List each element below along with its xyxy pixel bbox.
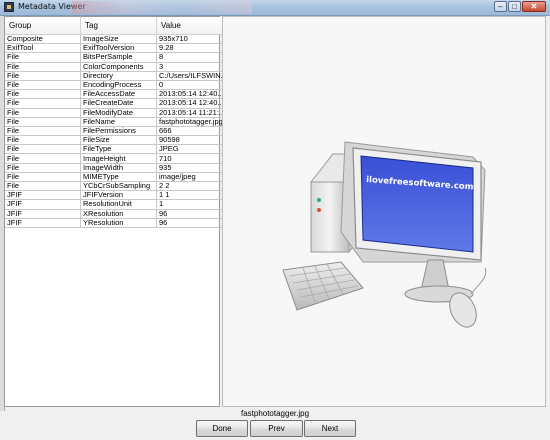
prev-button[interactable]: Prev (250, 420, 303, 437)
table-row[interactable]: File FileName fastphototagger.jpg (5, 117, 234, 127)
computer-illustration: ilovefreesoftware.com (282, 141, 487, 328)
table-header-row: Group Tag Value (5, 17, 234, 35)
maximize-button[interactable]: □ (508, 1, 521, 12)
cell-tag: ImageSize (80, 34, 157, 45)
table-row[interactable]: JFIF JFIFVersion 1 1 (5, 190, 234, 201)
cell-tag: ImageWidth (80, 163, 157, 173)
metadata-panel: Group Tag Value Composite ImageSize 935x71… (4, 16, 234, 407)
minimize-button[interactable]: – (494, 1, 507, 12)
cell-group: File (5, 71, 81, 81)
cell-tag: ImageHeight (80, 153, 157, 164)
table-row[interactable]: File ImageHeight 710 (5, 153, 234, 164)
table-body: Composite ImageSize 935x710 ExifTool ExifToo… (5, 34, 234, 228)
cell-tag: YResolution (80, 218, 157, 228)
cell-tag: FileSize (80, 135, 157, 146)
cell-group: File (5, 52, 81, 63)
table-row[interactable]: JFIF YResolution 96 (5, 218, 234, 228)
column-header-tag[interactable]: Tag (80, 17, 157, 35)
cell-group: File (5, 62, 81, 72)
cell-tag: XResolution (80, 209, 157, 219)
close-button[interactable]: ✕ (522, 1, 546, 12)
cell-tag: JFIFVersion (80, 190, 157, 201)
monitor-stand (420, 259, 450, 291)
background-thumbnails (72, 1, 252, 14)
app-icon (4, 2, 14, 12)
cell-tag: FileModifyDate (80, 108, 157, 118)
cell-group: JFIF (5, 190, 81, 201)
tower-led-green (317, 198, 321, 202)
cell-tag: FilePermissions (80, 126, 157, 137)
monitor-screen (360, 155, 474, 253)
column-header-group[interactable]: Group (5, 17, 81, 35)
cell-group: File (5, 135, 81, 146)
cell-tag: FileType (80, 144, 157, 155)
cell-group: File (5, 163, 81, 173)
cell-group: ExifTool (5, 43, 81, 54)
tower-led-red (317, 208, 321, 212)
cell-tag: FileAccessDate (80, 89, 157, 100)
table-row[interactable]: File EncodingProcess 0 (5, 80, 234, 91)
next-button[interactable]: Next (304, 420, 356, 437)
table-row[interactable]: JFIF XResolution 96 (5, 209, 234, 219)
table-row[interactable]: File Directory C:/Users/ILFSWIN... (5, 71, 234, 81)
table-row[interactable]: Composite ImageSize 935x710 (5, 34, 234, 45)
cell-tag: BitsPerSample (80, 52, 157, 63)
table-row[interactable]: JFIF ResolutionUnit 1 (5, 199, 234, 210)
cell-group: File (5, 108, 81, 118)
cell-tag: FileName (80, 117, 157, 127)
table-row[interactable]: ExifTool ExifToolVersion 9.28 (5, 43, 234, 54)
table-row[interactable]: File BitsPerSample 8 (5, 52, 234, 63)
cell-tag: ExifToolVersion (80, 43, 157, 54)
done-button[interactable]: Done (196, 420, 248, 437)
cell-group: Composite (5, 34, 81, 45)
cell-group: File (5, 89, 81, 100)
table-row[interactable]: File FilePermissions 666 (5, 126, 234, 137)
table-row[interactable]: File ColorComponents 3 (5, 62, 234, 72)
table-row[interactable]: File YCbCrSubSampling 2 2 (5, 181, 234, 192)
table-row[interactable]: File FileCreateDate 2013:05:14 12:40... (5, 98, 234, 109)
table-row[interactable]: File FileAccessDate 2013:05:14 12:40... (5, 89, 234, 100)
table-row[interactable]: File MIMEType image/jpeg (5, 172, 234, 183)
cell-group: JFIF (5, 218, 81, 228)
cell-tag: EncodingProcess (80, 80, 157, 91)
window-title-bar[interactable]: Metadata Viewer – □ ✕ (0, 0, 550, 16)
table-row[interactable]: File ImageWidth 935 (5, 163, 234, 173)
mouse-cable (470, 267, 487, 295)
cell-group: JFIF (5, 199, 81, 210)
cell-group: File (5, 181, 81, 192)
cell-group: File (5, 98, 81, 109)
cell-group: File (5, 153, 81, 164)
table-row[interactable]: File FileModifyDate 2013:05:14 11:21:... (5, 108, 234, 118)
cell-tag: FileCreateDate (80, 98, 157, 109)
cell-group: File (5, 117, 81, 127)
cell-group: JFIF (5, 209, 81, 219)
table-row[interactable]: File FileType JPEG (5, 144, 234, 155)
cell-tag: ColorComponents (80, 62, 157, 72)
current-file-name: fastphototagger.jpg (240, 409, 310, 418)
cell-group: File (5, 126, 81, 137)
metadata-table: Group Tag Value Composite ImageSize 935x71… (5, 17, 234, 228)
cell-tag: Directory (80, 71, 157, 81)
cell-tag: ResolutionUnit (80, 199, 157, 210)
cell-tag: MIMEType (80, 172, 157, 183)
image-preview-panel: ilovefreesoftware.com (222, 16, 546, 407)
cell-group: File (5, 172, 81, 183)
cell-group: File (5, 144, 81, 155)
table-row[interactable]: File FileSize 90598 (5, 135, 234, 146)
keyboard (282, 261, 364, 311)
cell-group: File (5, 80, 81, 91)
cell-tag: YCbCrSubSampling (80, 181, 157, 192)
